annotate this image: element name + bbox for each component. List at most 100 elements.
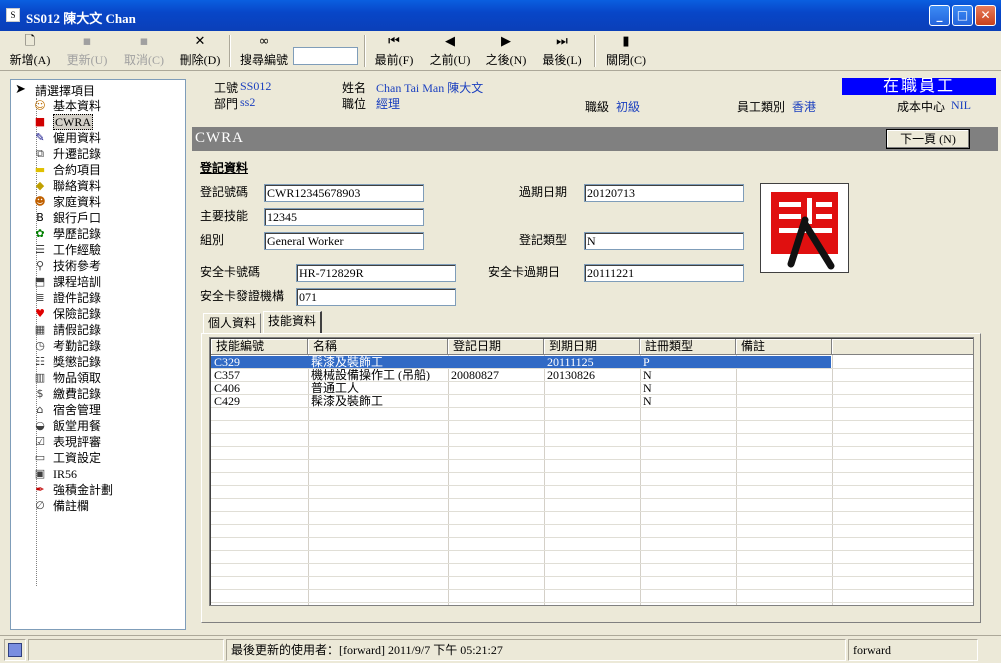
- safety-expiry-label: 安全卡過期日: [488, 265, 561, 279]
- tree-item[interactable]: 宿舍管理: [53, 402, 101, 418]
- maximize-button[interactable]: □: [952, 5, 973, 26]
- grid-line: [211, 498, 973, 499]
- tree-item[interactable]: 僱用資料: [53, 130, 101, 146]
- tree-item-label: 工資設定: [53, 451, 102, 465]
- skills-table[interactable]: 技能編號 名稱 登記日期 到期日期 註冊類型 備註 C329 髹漆及裝飾工 2011…: [209, 337, 974, 606]
- tree-item[interactable]: 備註欄: [53, 498, 89, 514]
- tree-item[interactable]: 課程培訓: [53, 274, 101, 290]
- tree-item[interactable]: 家庭資料: [53, 194, 101, 210]
- clock-icon: ◷: [35, 339, 45, 352]
- first-record-button[interactable]: ⏮ 最前(F): [372, 34, 416, 68]
- bank-icon: B: [36, 211, 44, 224]
- tree-item[interactable]: 證件記錄: [53, 290, 101, 306]
- tree-item[interactable]: 物品領取: [53, 370, 101, 386]
- next-record-button[interactable]: ▶ 之後(N): [484, 34, 528, 68]
- tree-item-label: 合約項目: [53, 163, 102, 177]
- column-header-name[interactable]: 名稱: [308, 339, 448, 355]
- tab-personal[interactable]: 個人資料: [203, 313, 262, 333]
- new-button[interactable]: 🗋 新增(A): [8, 34, 52, 68]
- grid-line: [211, 511, 973, 512]
- tree-root[interactable]: 請選擇項目: [35, 82, 95, 99]
- salary-icon: ▭: [34, 451, 46, 464]
- expiry-label: 過期日期: [519, 185, 568, 199]
- group-field[interactable]: General Worker: [264, 232, 424, 250]
- last-record-button[interactable]: ⏭ 最後(L): [540, 34, 584, 68]
- reg-type-field[interactable]: N: [584, 232, 744, 250]
- meal-icon: ◒: [35, 419, 45, 432]
- toolbar: 🗋 新增(A) ▪ 更新(U) ▪ 取消(C) ✕ 刪除(D) ∞ 搜尋編號 ⏮…: [0, 31, 1001, 71]
- app-icon: S: [6, 8, 20, 22]
- tree-item-label: 備註欄: [53, 499, 90, 513]
- promotion-icon: ⧉: [36, 147, 44, 160]
- tree-item[interactable]: 工資設定: [53, 450, 101, 466]
- main-skill-label: 主要技能: [200, 209, 249, 223]
- tab-skills[interactable]: 技能資料: [263, 311, 323, 334]
- grid-line: [211, 537, 973, 538]
- toolbar-separator: [594, 35, 596, 67]
- registration-heading: 登記資料: [200, 161, 249, 175]
- cancel-disk-icon: ▪: [139, 34, 149, 49]
- search-button[interactable]: ∞ 搜尋編號: [237, 34, 291, 68]
- grade-value: 初級: [616, 100, 641, 114]
- tree-item[interactable]: 升遷記錄: [53, 146, 101, 162]
- tree-item[interactable]: 聯絡資料: [53, 178, 101, 194]
- tree-item[interactable]: 獎懲記錄: [53, 354, 101, 370]
- tree-item[interactable]: 技術參考: [53, 258, 101, 274]
- update-button[interactable]: ▪ 更新(U): [64, 34, 110, 68]
- issuer-field[interactable]: 071: [296, 288, 456, 306]
- tree-item[interactable]: 基本資料: [53, 98, 101, 114]
- title-bar[interactable]: S SS012 陳大文 Chan _ □ ✕: [0, 0, 1001, 31]
- delete-button[interactable]: ✕ 刪除(D): [177, 34, 223, 68]
- close-button[interactable]: ▮ 關閉(C): [604, 34, 648, 68]
- award-icon: ☷: [35, 355, 45, 368]
- emp-no-value: SS012: [240, 79, 272, 93]
- safety-card-field[interactable]: HR-712829R: [296, 264, 456, 282]
- tree-item[interactable]: 表現評審: [53, 434, 101, 450]
- cwra-icon: ■: [34, 115, 46, 128]
- save-disk-icon: ▪: [82, 34, 92, 49]
- tree-item-label: 表現評審: [53, 435, 102, 449]
- tree-item[interactable]: 學歷記錄: [53, 226, 101, 242]
- close-window-button[interactable]: ✕: [975, 5, 996, 26]
- tree-item[interactable]: 繳費記錄: [53, 386, 101, 402]
- name-label: 姓名: [342, 81, 367, 95]
- safety-expiry-field[interactable]: 20111221: [584, 264, 744, 282]
- column-header-reg-type[interactable]: 註冊類型: [640, 339, 736, 355]
- next-page-button[interactable]: 下一頁 (N): [886, 129, 970, 149]
- reg-no-field[interactable]: CWR12345678903: [264, 184, 424, 202]
- dept-label: 部門: [214, 97, 239, 111]
- grid-line: [211, 407, 973, 408]
- previous-record-button[interactable]: ◀ 之前(U): [428, 34, 472, 68]
- person-icon: ☺: [34, 99, 46, 112]
- expiry-field[interactable]: 20120713: [584, 184, 744, 202]
- column-header-expiry-date[interactable]: 到期日期: [544, 339, 640, 355]
- main-skill-field[interactable]: 12345: [264, 208, 424, 226]
- column-header-skill-no[interactable]: 技能編號: [211, 339, 308, 355]
- column-header-reg-date[interactable]: 登記日期: [448, 339, 544, 355]
- grid-line: [211, 485, 973, 486]
- tree-item-label: 工作經驗: [53, 243, 102, 257]
- column-header-remarks[interactable]: 備註: [736, 339, 832, 355]
- search-input[interactable]: [293, 47, 358, 65]
- grid-line: [211, 433, 973, 434]
- payment-icon: $: [36, 387, 44, 400]
- tree-item-label: 僱用資料: [53, 131, 102, 145]
- tree-item[interactable]: CWRA: [53, 114, 93, 130]
- minimize-button[interactable]: _: [929, 5, 950, 26]
- cancel-button[interactable]: ▪ 取消(C): [121, 34, 167, 68]
- tree-item[interactable]: 銀行戶口: [53, 210, 101, 226]
- dept-value: ss2: [240, 95, 256, 109]
- disk-icon: ▣: [34, 467, 46, 480]
- tree-item[interactable]: 工作經驗: [53, 242, 101, 258]
- tree-item[interactable]: 合約項目: [53, 162, 101, 178]
- tree-item[interactable]: 請假記錄: [53, 322, 101, 338]
- tree-item[interactable]: 考勤記錄: [53, 338, 101, 354]
- tree-item[interactable]: 保險記錄: [53, 306, 101, 322]
- grid-line: [211, 394, 973, 395]
- delete-x-icon: ✕: [194, 34, 206, 49]
- tree-item[interactable]: 強積金計劃: [53, 482, 113, 498]
- tree-item[interactable]: 飯堂用餐: [53, 418, 101, 434]
- cwra-logo-image: [760, 183, 849, 273]
- grid-line: [211, 576, 973, 577]
- tree-item[interactable]: IR56: [53, 466, 77, 482]
